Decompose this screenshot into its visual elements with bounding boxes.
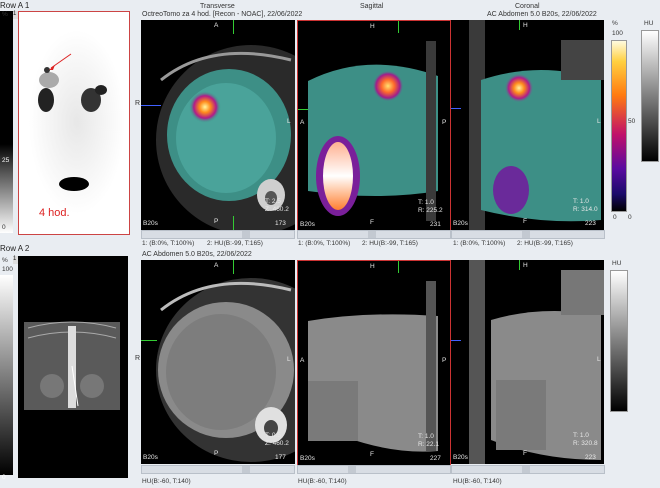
c1-position: R: 314.0: [573, 206, 598, 213]
t1-thickness: T: 2.5: [265, 198, 281, 205]
t1-orient-right: L: [287, 118, 291, 125]
row2-transverse-scrollbar[interactable]: [141, 465, 295, 474]
view-coronal-title: Coronal: [515, 3, 540, 10]
row2-gray-strip[interactable]: [0, 275, 13, 475]
row2-header-left: AC Abdomen 5.0 B20s, 22/06/2022: [142, 251, 252, 258]
view-transverse-title: Transverse: [200, 3, 235, 10]
mip-percent-label: %: [2, 11, 8, 18]
s2-position: R: 22.1: [418, 441, 439, 448]
s2-orient-left: A: [300, 357, 305, 364]
t1-position: Z: 460.2: [265, 206, 289, 213]
t1-series: B20s: [143, 220, 158, 227]
c2-position: R: 320.8: [573, 440, 598, 447]
scout-scale-top: 100: [2, 266, 13, 273]
t2-orient-bottom: P: [214, 450, 219, 457]
scout-percent-label: %: [2, 257, 8, 264]
c1-orient-right: L: [597, 118, 601, 125]
row1-left-R: R: [135, 100, 141, 107]
c1-series: B20s: [453, 220, 468, 227]
s1-orient-top: H: [370, 23, 375, 30]
s1-series: B20s: [300, 221, 315, 228]
row1-hu-scale[interactable]: [641, 30, 659, 162]
s1-window-1: 1: (B:0%, T:100%): [298, 240, 351, 247]
row1-header-left: OctreoTomo za 4 hod. [Recon - NOAC], 22/…: [142, 11, 303, 18]
t2-count: 177: [275, 454, 286, 461]
t1-count: 173: [275, 220, 286, 227]
row-a1-label: Row A 1: [0, 1, 30, 10]
c1-orient-bottom: F: [523, 218, 527, 225]
s2-orient-top: H: [370, 263, 375, 270]
t2-window: HU(B:-60, T:140): [142, 478, 191, 485]
t2-position: Z: 460.2: [265, 440, 289, 447]
s2-orient-right: P: [442, 357, 447, 364]
mip-scale-mid: 25: [2, 157, 10, 164]
row2-left-R: R: [135, 355, 141, 362]
scout-scale-bottom: 0: [2, 474, 6, 481]
row1-gray-strip[interactable]: [0, 11, 13, 233]
row1-sagittal-scrollbar[interactable]: [297, 230, 451, 239]
scout-image: [24, 321, 120, 410]
s2-orient-bottom: F: [370, 451, 374, 458]
row2-coronal-viewport[interactable]: H R L F T: 1.0 R: 320.8 B20s 223: [451, 260, 604, 464]
s2-thickness: T: 1.0: [418, 433, 434, 440]
c1-count: 223: [585, 220, 596, 227]
row1-transverse-scrollbar[interactable]: [141, 230, 295, 239]
c2-window: HU(B:-60, T:140): [453, 478, 502, 485]
colorbar-percent: %: [612, 20, 618, 27]
row1-sagittal-viewport[interactable]: H A P F T: 1.0 R: 225.2 B20s 231: [297, 20, 451, 232]
c1-orient-top: H: [523, 22, 528, 29]
s1-orient-bottom: F: [370, 219, 374, 226]
row2-sagittal-viewport[interactable]: H A P F T: 1.0 R: 22.1 B20s 227: [297, 260, 451, 466]
row1-coronal-scrollbar[interactable]: [451, 230, 605, 239]
c2-orient-right: L: [597, 356, 601, 363]
s1-thickness: T: 1.0: [418, 199, 434, 206]
row-a2-label: Row A 2: [0, 244, 30, 253]
c1-window-2: 2: HU(B:-99, T:165): [517, 240, 573, 247]
row2-sagittal-scrollbar[interactable]: [297, 465, 451, 474]
c2-orient-top: H: [523, 262, 528, 269]
s2-series: B20s: [300, 455, 315, 462]
c2-orient-bottom: F: [523, 450, 527, 457]
hu-scale-top: 50: [628, 118, 636, 125]
t1-orient-top: A: [214, 22, 219, 29]
hu-scale-bottom: 0: [628, 214, 632, 221]
mip-image: [29, 30, 125, 214]
row1-transverse-viewport[interactable]: A R L P T: 2.5 Z: 460.2 B20s 173: [141, 20, 295, 230]
c2-series: B20s: [453, 454, 468, 461]
t2-thickness: T: 0.5: [265, 432, 281, 439]
t1-orient-bottom: P: [214, 218, 219, 225]
t2-orient-right: L: [287, 356, 291, 363]
s1-count: 231: [430, 221, 441, 228]
t1-window-1: 1: (B:0%, T:100%): [142, 240, 195, 247]
colorbar-top: 100: [612, 30, 623, 37]
c1-window-1: 1: (B:0%, T:100%): [453, 240, 506, 247]
c1-thickness: T: 1.0: [573, 198, 589, 205]
c2-thickness: T: 1.0: [573, 432, 589, 439]
s1-position: R: 225.2: [418, 207, 443, 214]
mip-time-label: 4 hod.: [39, 207, 70, 219]
pet-colorbar[interactable]: [611, 40, 627, 212]
row2-coronal-scrollbar[interactable]: [451, 465, 605, 474]
row2-hu-scale[interactable]: [610, 270, 628, 412]
row1-coronal-viewport[interactable]: H R L F T: 1.0 R: 314.0 B20s 223: [451, 20, 604, 230]
row2-hu-label: HU: [612, 260, 622, 267]
hu-scale-label: HU: [644, 20, 654, 27]
row1-header-right: AC Abdomen 5.0 B20s, 22/06/2022: [487, 11, 597, 18]
view-sagittal-title: Sagittal: [360, 3, 384, 10]
c2-count: 223: [585, 454, 596, 461]
t2-series: B20s: [143, 454, 158, 461]
s1-orient-left: A: [300, 119, 305, 126]
mip-viewport[interactable]: 4 hod.: [18, 11, 130, 235]
colorbar-bottom: 0: [613, 214, 617, 221]
row2-transverse-viewport[interactable]: A L P T: 0.5 Z: 460.2 B20s 177: [141, 260, 295, 464]
mip-scale-bottom: 0: [2, 224, 6, 231]
t2-orient-top: A: [214, 262, 219, 269]
scout-viewport[interactable]: [18, 256, 128, 478]
s1-orient-right: P: [442, 119, 447, 126]
s2-window: HU(B:-60, T:140): [298, 478, 347, 485]
t1-window-2: 2: HU(B:-99, T:165): [207, 240, 263, 247]
s1-window-2: 2: HU(B:-99, T:165): [362, 240, 418, 247]
s2-count: 227: [430, 455, 441, 462]
